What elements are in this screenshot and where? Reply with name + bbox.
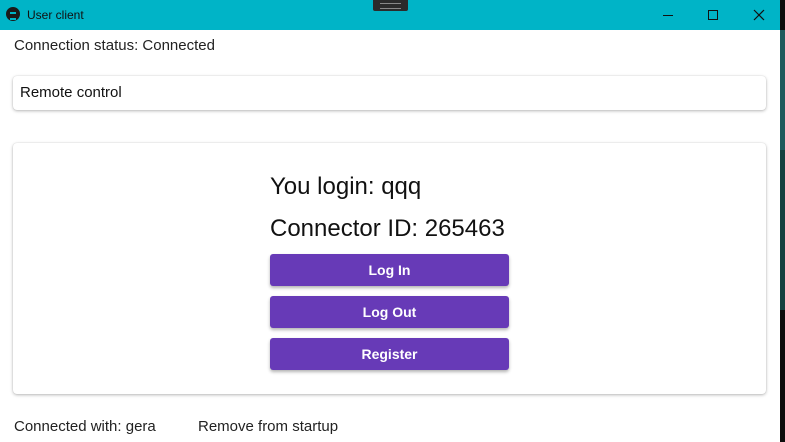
minimize-button[interactable] (645, 0, 691, 30)
register-button[interactable]: Register (270, 338, 509, 370)
maximize-button[interactable] (690, 0, 736, 30)
remote-control-label: Remote control (20, 84, 122, 101)
maximize-icon (708, 10, 718, 20)
remote-control-panel[interactable]: Remote control (13, 76, 766, 110)
app-logo-icon (6, 7, 20, 21)
minimize-icon (663, 15, 673, 16)
close-icon (753, 9, 765, 21)
logout-button[interactable]: Log Out (270, 296, 509, 328)
close-button[interactable] (736, 0, 782, 30)
account-card: You login: qqq Connector ID: 265463 Log … (13, 143, 766, 394)
connection-status: Connection status: Connected (14, 37, 215, 54)
drag-handle-icon[interactable] (373, 0, 408, 11)
window-edge (780, 0, 785, 442)
connector-id: Connector ID: 265463 (270, 215, 505, 242)
login-button[interactable]: Log In (270, 254, 509, 286)
remove-from-startup-button[interactable]: Remove from startup (198, 418, 338, 436)
window-title: User client (27, 8, 84, 22)
title-bar[interactable]: User client (0, 0, 780, 30)
connected-with-label: Connected with: gera (14, 418, 156, 435)
login-info: You login: qqq (270, 173, 422, 200)
